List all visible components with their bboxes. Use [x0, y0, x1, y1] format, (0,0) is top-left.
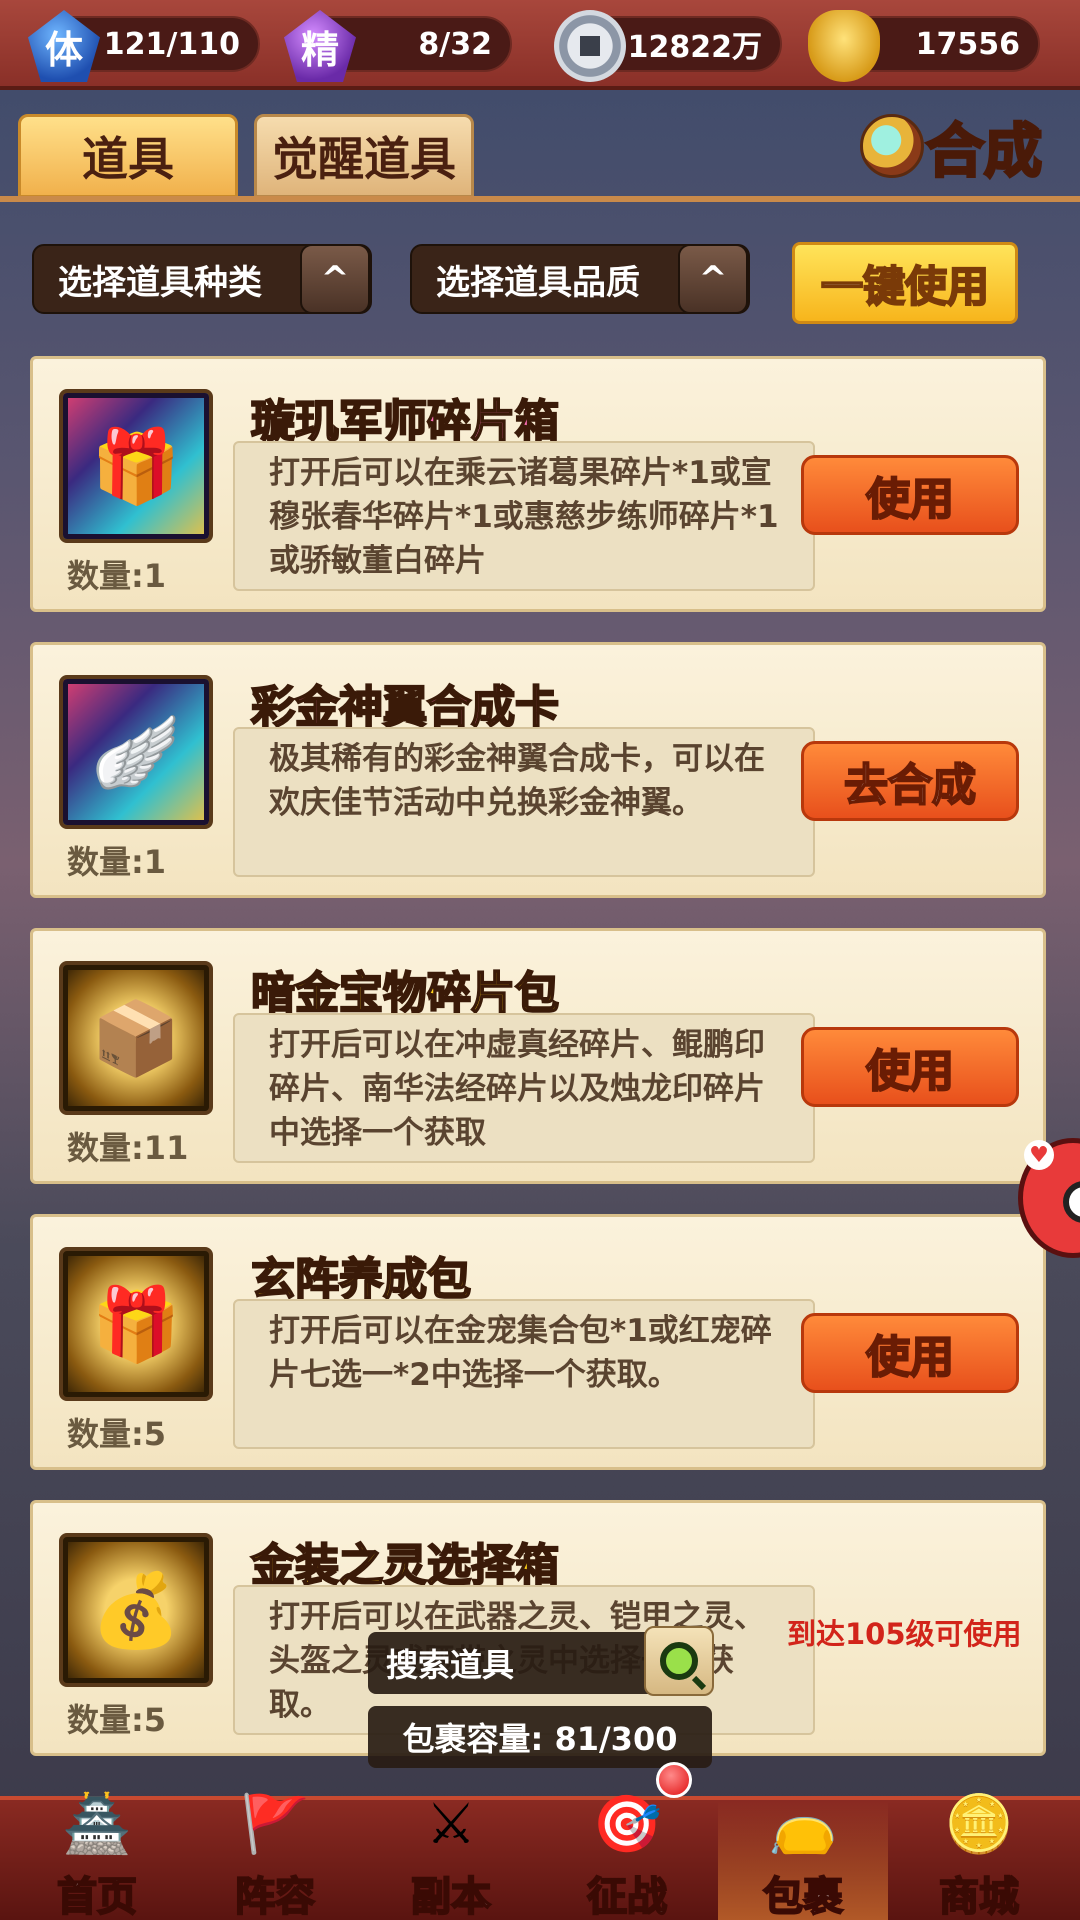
gold-ingot-icon	[808, 10, 880, 82]
list-item: 🎁 数量:1 璇玑军师碎片箱 打开后可以在乘云诸葛果碎片*1或宣穆张春华碎片*1…	[30, 356, 1046, 612]
item-quantity: 数量:11	[67, 1129, 189, 1167]
synthesize-orb-icon	[860, 114, 924, 178]
search-label: 搜索道具	[386, 1646, 515, 1684]
coin-counter[interactable]: 12822万	[554, 10, 782, 82]
nav-label: 包裹	[762, 1873, 844, 1920]
gold-value: 17556	[915, 26, 1020, 62]
list-item: 🪽 数量:1 彩金神翼合成卡 极其稀有的彩金神翼合成卡，可以在欢庆佳节活动中兑换…	[30, 642, 1046, 898]
tab-items[interactable]: 道具	[18, 114, 238, 198]
item-type-filter-label: 选择道具种类	[58, 262, 262, 303]
search-icon	[660, 1642, 698, 1680]
list-item: 🎁 数量:5 玄阵养成包 打开后可以在金宠集合包*1或红宠碎片七选一*2中选择一…	[30, 1214, 1046, 1470]
item-name: 金装之灵选择箱	[250, 1539, 560, 1592]
item-quantity: 数量:1	[67, 843, 167, 881]
use-button[interactable]: 使用	[801, 1027, 1019, 1107]
home-icon: 🏯	[62, 1792, 132, 1857]
nav-label: 商城	[938, 1873, 1020, 1920]
nav-bag[interactable]: 👝 包裹	[718, 1770, 888, 1920]
nav-label: 征战	[586, 1873, 668, 1920]
go-synthesize-button[interactable]: 去合成	[801, 741, 1019, 821]
bag-capacity: 包裹容量: 81/300	[368, 1706, 712, 1768]
use-button[interactable]: 使用	[801, 1313, 1019, 1393]
nav-label: 首页	[56, 1873, 138, 1920]
lineup-icon: 🚩	[240, 1792, 310, 1857]
tab-awaken-items[interactable]: 觉醒道具	[254, 114, 474, 198]
synthesize-button[interactable]: 合成	[860, 106, 1060, 187]
spirit-value: 8/32	[418, 26, 492, 62]
stamina-value: 121/110	[103, 26, 240, 62]
heart-icon: ♥	[1024, 1140, 1054, 1170]
gold-counter[interactable]: 17556	[808, 10, 1040, 82]
item-quantity: 数量:5	[67, 1701, 167, 1739]
coin-value: 12822万	[627, 30, 762, 65]
use-all-button[interactable]: 一键使用	[792, 242, 1018, 324]
chest-icon[interactable]: 🎁	[59, 389, 213, 543]
spirit-icon: 精	[284, 10, 356, 82]
tab-divider	[0, 196, 1080, 202]
nav-dungeon[interactable]: ⚔ 副本	[366, 1770, 536, 1920]
nav-label: 副本	[410, 1873, 492, 1920]
item-name: 暗金宝物碎片包	[250, 967, 560, 1020]
wing-card-icon[interactable]: 🪽	[59, 675, 213, 829]
item-description: 打开后可以在金宠集合包*1或红宠碎片七选一*2中选择一个获取。	[233, 1299, 815, 1449]
stamina-icon: 体	[28, 10, 100, 82]
coin-icon	[554, 10, 626, 82]
treasure-chest-icon[interactable]: 📦	[59, 961, 213, 1115]
shop-icon: 🪙	[944, 1792, 1014, 1857]
dungeon-icon: ⚔	[425, 1791, 477, 1857]
item-name: 彩金神翼合成卡	[250, 681, 560, 734]
nav-lineup[interactable]: 🚩 阵容	[190, 1770, 360, 1920]
item-list: 🎁 数量:1 璇玑军师碎片箱 打开后可以在乘云诸葛果碎片*1或宣穆张春华碎片*1…	[30, 356, 1046, 1786]
search-button[interactable]	[644, 1626, 714, 1696]
bag-icon: 👝	[768, 1792, 838, 1857]
nav-label: 阵容	[234, 1873, 316, 1920]
item-quantity: 数量:5	[67, 1415, 167, 1453]
notification-dot	[656, 1762, 692, 1798]
synthesize-label: 合成	[924, 116, 1043, 187]
item-name: 玄阵养成包	[250, 1253, 472, 1306]
item-name: 璇玑军师碎片箱	[250, 395, 560, 448]
item-quality-filter-label: 选择道具品质	[436, 262, 640, 303]
item-quality-filter[interactable]: 选择道具品质 ^	[410, 244, 750, 314]
item-description: 打开后可以在乘云诸葛果碎片*1或宣穆张春华碎片*1或惠慈步练师碎片*1或骄敏董白…	[233, 441, 815, 591]
spirit-counter[interactable]: 精 8/32	[284, 10, 512, 82]
gold-chest-icon[interactable]: 💰	[59, 1533, 213, 1687]
list-item: 📦 数量:11 暗金宝物碎片包 打开后可以在冲虚真经碎片、鲲鹏印碎片、南华法经碎…	[30, 928, 1046, 1184]
nav-shop[interactable]: 🪙 商城	[894, 1770, 1064, 1920]
use-button[interactable]: 使用	[801, 455, 1019, 535]
level-requirement-note: 到达105级可使用	[787, 1617, 1022, 1651]
nav-home[interactable]: 🏯 首页	[12, 1770, 182, 1920]
item-description: 打开后可以在冲虚真经碎片、鲲鹏印碎片、南华法经碎片以及烛龙印碎片中选择一个获取	[233, 1013, 815, 1163]
item-quantity: 数量:1	[67, 557, 167, 595]
chevron-up-icon[interactable]: ^	[678, 244, 748, 314]
resource-bar: 体 121/110 精 8/32 12822万 17556	[0, 0, 1080, 90]
gift-box-icon[interactable]: 🎁	[59, 1247, 213, 1401]
item-description: 极其稀有的彩金神翼合成卡，可以在欢庆佳节活动中兑换彩金神翼。	[233, 727, 815, 877]
stamina-counter[interactable]: 体 121/110	[28, 10, 260, 82]
item-type-filter[interactable]: 选择道具种类 ^	[32, 244, 372, 314]
bottom-nav: 🏯 首页 🚩 阵容 ⚔ 副本 🎯 征战 👝 包裹 🪙 商城	[0, 1770, 1080, 1920]
chevron-up-icon[interactable]: ^	[300, 244, 370, 314]
